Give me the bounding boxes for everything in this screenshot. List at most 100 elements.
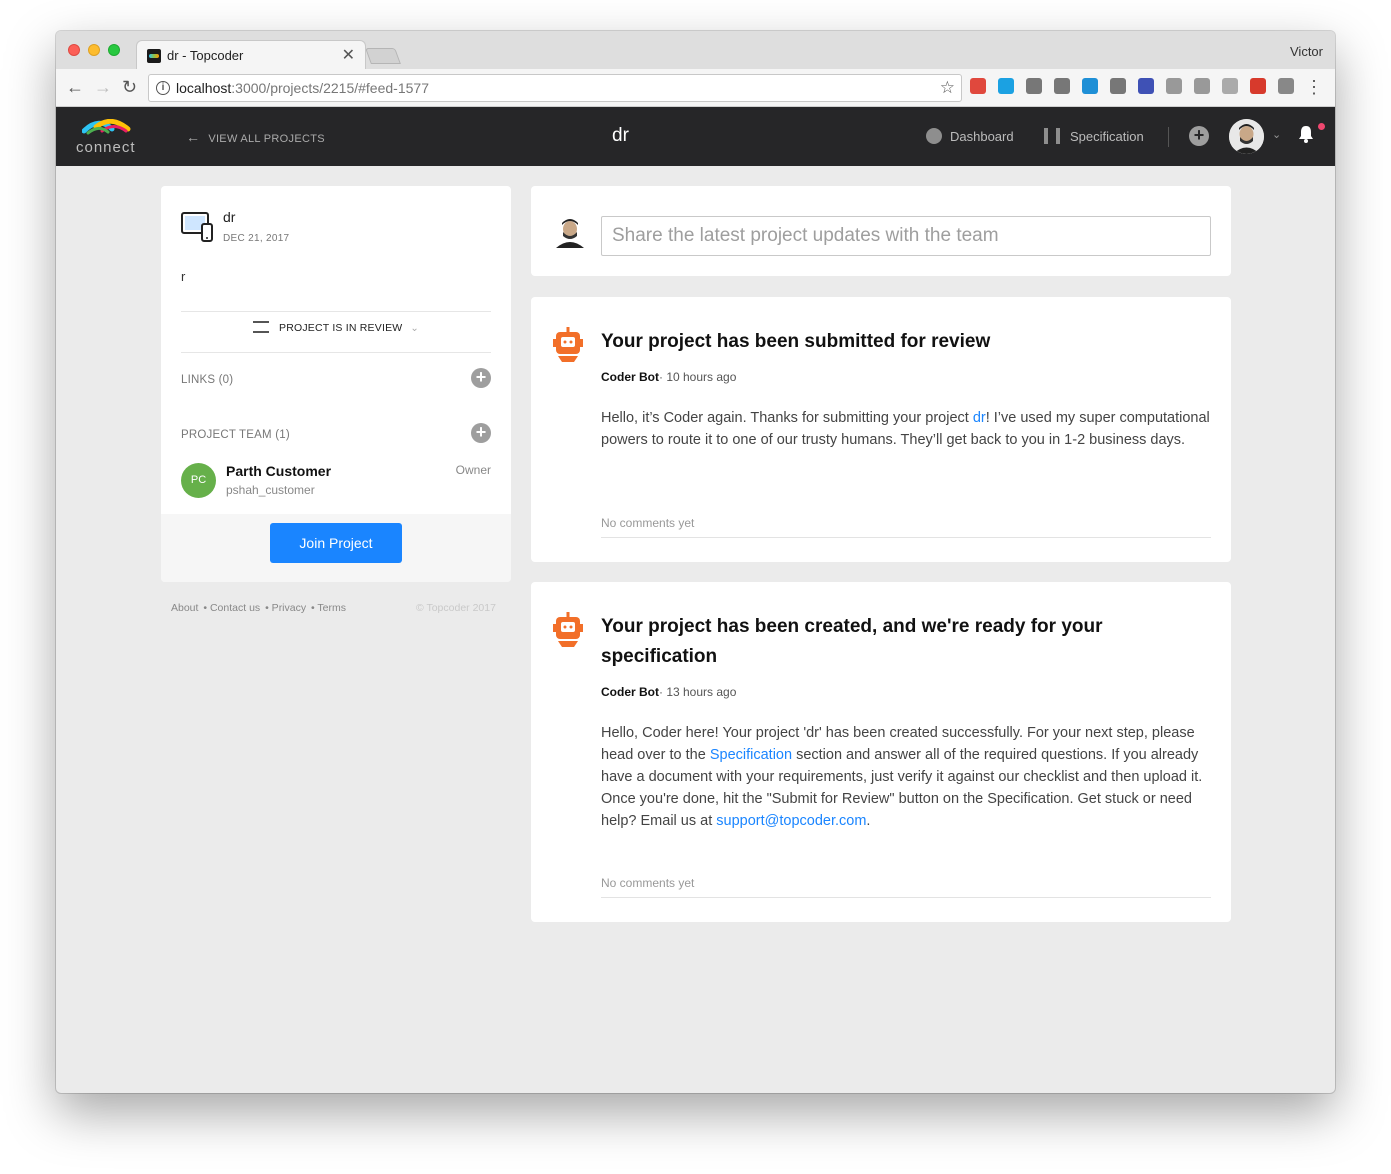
new-tab-button[interactable]: [365, 48, 401, 64]
member-role: Owner: [455, 463, 491, 477]
browser-extension-icon[interactable]: [1222, 78, 1238, 94]
browser-menu-icon[interactable]: ⋮: [1305, 77, 1323, 98]
close-window-button[interactable]: [68, 44, 80, 56]
connect-logo-icon: [82, 119, 131, 135]
nav-specification[interactable]: Specification: [1044, 128, 1144, 144]
notification-bell-icon[interactable]: [1298, 125, 1314, 143]
project-description: r: [181, 269, 186, 284]
comments-divider: [601, 537, 1211, 538]
footer-links: About • Contact us • Privacy • Terms: [171, 602, 348, 614]
browser-extension-icon[interactable]: [1278, 78, 1294, 94]
post-text: .: [866, 813, 871, 829]
back-arrow-icon[interactable]: ←: [66, 77, 84, 98]
member-name: Parth Customer: [226, 463, 332, 479]
support-email-link[interactable]: support@topcoder.com: [716, 813, 866, 829]
forward-arrow-icon[interactable]: →: [94, 77, 112, 98]
browser-extension-icon[interactable]: [1026, 78, 1042, 94]
links-section-label: LINKS (0): [181, 374, 234, 386]
footer-link-terms[interactable]: • Terms: [311, 602, 346, 614]
browser-extension-icon[interactable]: [1194, 78, 1210, 94]
feed-post: Your project has been created, and we're…: [531, 582, 1231, 922]
user-avatar-photo-icon: [1229, 119, 1264, 154]
post-time: · 10 hours ago: [659, 370, 737, 384]
specification-link[interactable]: Specification: [710, 747, 792, 763]
specification-icon: [1044, 128, 1060, 144]
chevron-down-icon[interactable]: ⌄: [1272, 128, 1281, 141]
project-date: DEC 21, 2017: [223, 233, 290, 244]
browser-extension-icon[interactable]: [1082, 78, 1098, 94]
browser-window: dr - Topcoder ✕ Victor ← → ↻ i localhost…: [56, 31, 1335, 1093]
post-title: Your project has been created, and we're…: [601, 616, 1103, 667]
footer-copyright: © Topcoder 2017: [416, 602, 496, 614]
project-name: dr: [223, 209, 236, 225]
reload-icon[interactable]: ↻: [122, 77, 137, 98]
post-time: · 13 hours ago: [659, 685, 737, 699]
header-divider: [1168, 127, 1169, 147]
join-project-area: Join Project: [161, 514, 511, 582]
user-avatar[interactable]: [1229, 119, 1264, 154]
logo-text: connect: [76, 139, 136, 156]
footer-link-contact[interactable]: • Contact us: [203, 602, 260, 614]
add-team-member-plus-icon[interactable]: +: [471, 423, 491, 443]
post-author[interactable]: Coder Bot: [601, 370, 659, 384]
nav-dashboard[interactable]: Dashboard: [926, 128, 1014, 144]
comments-status: No comments yet: [601, 876, 695, 890]
footer-link-privacy[interactable]: • Privacy: [265, 602, 306, 614]
review-status-icon: [252, 321, 269, 333]
project-header-title: dr: [612, 125, 629, 146]
join-project-button[interactable]: Join Project: [270, 523, 402, 563]
new-project-plus-icon[interactable]: +: [1189, 126, 1209, 146]
browser-toolbar: ← → ↻ i localhost:3000/projects/2215/#fe…: [56, 69, 1335, 107]
post-body: Hello, it’s Coder again. Thanks for subm…: [601, 407, 1216, 451]
post-meta: Coder Bot· 13 hours ago: [601, 685, 736, 699]
post-meta: Coder Bot· 10 hours ago: [601, 370, 736, 384]
member-avatar: PC: [181, 463, 216, 498]
bookmark-star-icon[interactable]: ☆: [940, 78, 955, 98]
feed-post: Your project has been submitted for revi…: [531, 297, 1231, 562]
url-text[interactable]: localhost:3000/projects/2215/#feed-1577: [176, 80, 429, 96]
arrow-left-icon: ←: [186, 129, 201, 145]
coder-bot-icon: [553, 327, 583, 362]
browser-profile-name[interactable]: Victor: [1290, 44, 1323, 59]
browser-extension-icon[interactable]: [1166, 78, 1182, 94]
post-text: Hello, it’s Coder again. Thanks for subm…: [601, 410, 973, 426]
browser-extension-icon[interactable]: [1054, 78, 1070, 94]
post-body: Hello, Coder here! Your project 'dr' has…: [601, 722, 1216, 832]
project-link[interactable]: dr: [973, 410, 986, 426]
comments-status: No comments yet: [601, 516, 695, 530]
maximize-window-button[interactable]: [108, 44, 120, 56]
divider: [181, 311, 491, 312]
team-section-label: PROJECT TEAM (1): [181, 429, 290, 441]
footer-link-about[interactable]: About: [171, 602, 198, 614]
address-bar[interactable]: i localhost:3000/projects/2215/#feed-157…: [148, 74, 962, 102]
divider: [181, 352, 491, 353]
browser-extension-icon[interactable]: [1250, 78, 1266, 94]
nav-dashboard-label: Dashboard: [950, 129, 1014, 144]
post-title: Your project has been submitted for revi…: [601, 331, 991, 352]
add-link-plus-icon[interactable]: +: [471, 368, 491, 388]
site-info-icon[interactable]: i: [156, 81, 170, 95]
post-update-input[interactable]: [601, 216, 1211, 256]
browser-extension-icon[interactable]: [970, 78, 986, 94]
tab-close-icon[interactable]: ✕: [342, 45, 355, 65]
minimize-window-button[interactable]: [88, 44, 100, 56]
view-all-projects-label: VIEW ALL PROJECTS: [208, 133, 325, 145]
member-handle: pshah_customer: [226, 483, 315, 497]
app-header: connect ← VIEW ALL PROJECTS dr Dashboard …: [56, 107, 1335, 166]
view-all-projects-link[interactable]: ← VIEW ALL PROJECTS: [186, 129, 325, 145]
composer-avatar-icon: [556, 219, 584, 248]
project-status-label: PROJECT IS IN REVIEW: [278, 322, 403, 334]
tab-title: dr - Topcoder: [167, 48, 244, 63]
browser-tabbar: dr - Topcoder ✕ Victor: [56, 31, 1335, 69]
project-info-card: dr DEC 21, 2017 r PROJECT IS IN REVIEW ⌄ …: [161, 186, 511, 582]
browser-tab[interactable]: dr - Topcoder ✕: [136, 40, 366, 69]
connect-logo[interactable]: connect: [76, 117, 138, 157]
browser-extension-icon[interactable]: [1138, 78, 1154, 94]
browser-extension-icon[interactable]: [998, 78, 1014, 94]
project-status-dropdown[interactable]: PROJECT IS IN REVIEW ⌄: [161, 321, 511, 334]
post-composer: [531, 186, 1231, 276]
devices-icon: [181, 212, 213, 242]
url-path: :3000/projects/2215/#feed-1577: [231, 80, 429, 96]
browser-extension-icon[interactable]: [1110, 78, 1126, 94]
post-author[interactable]: Coder Bot: [601, 685, 659, 699]
